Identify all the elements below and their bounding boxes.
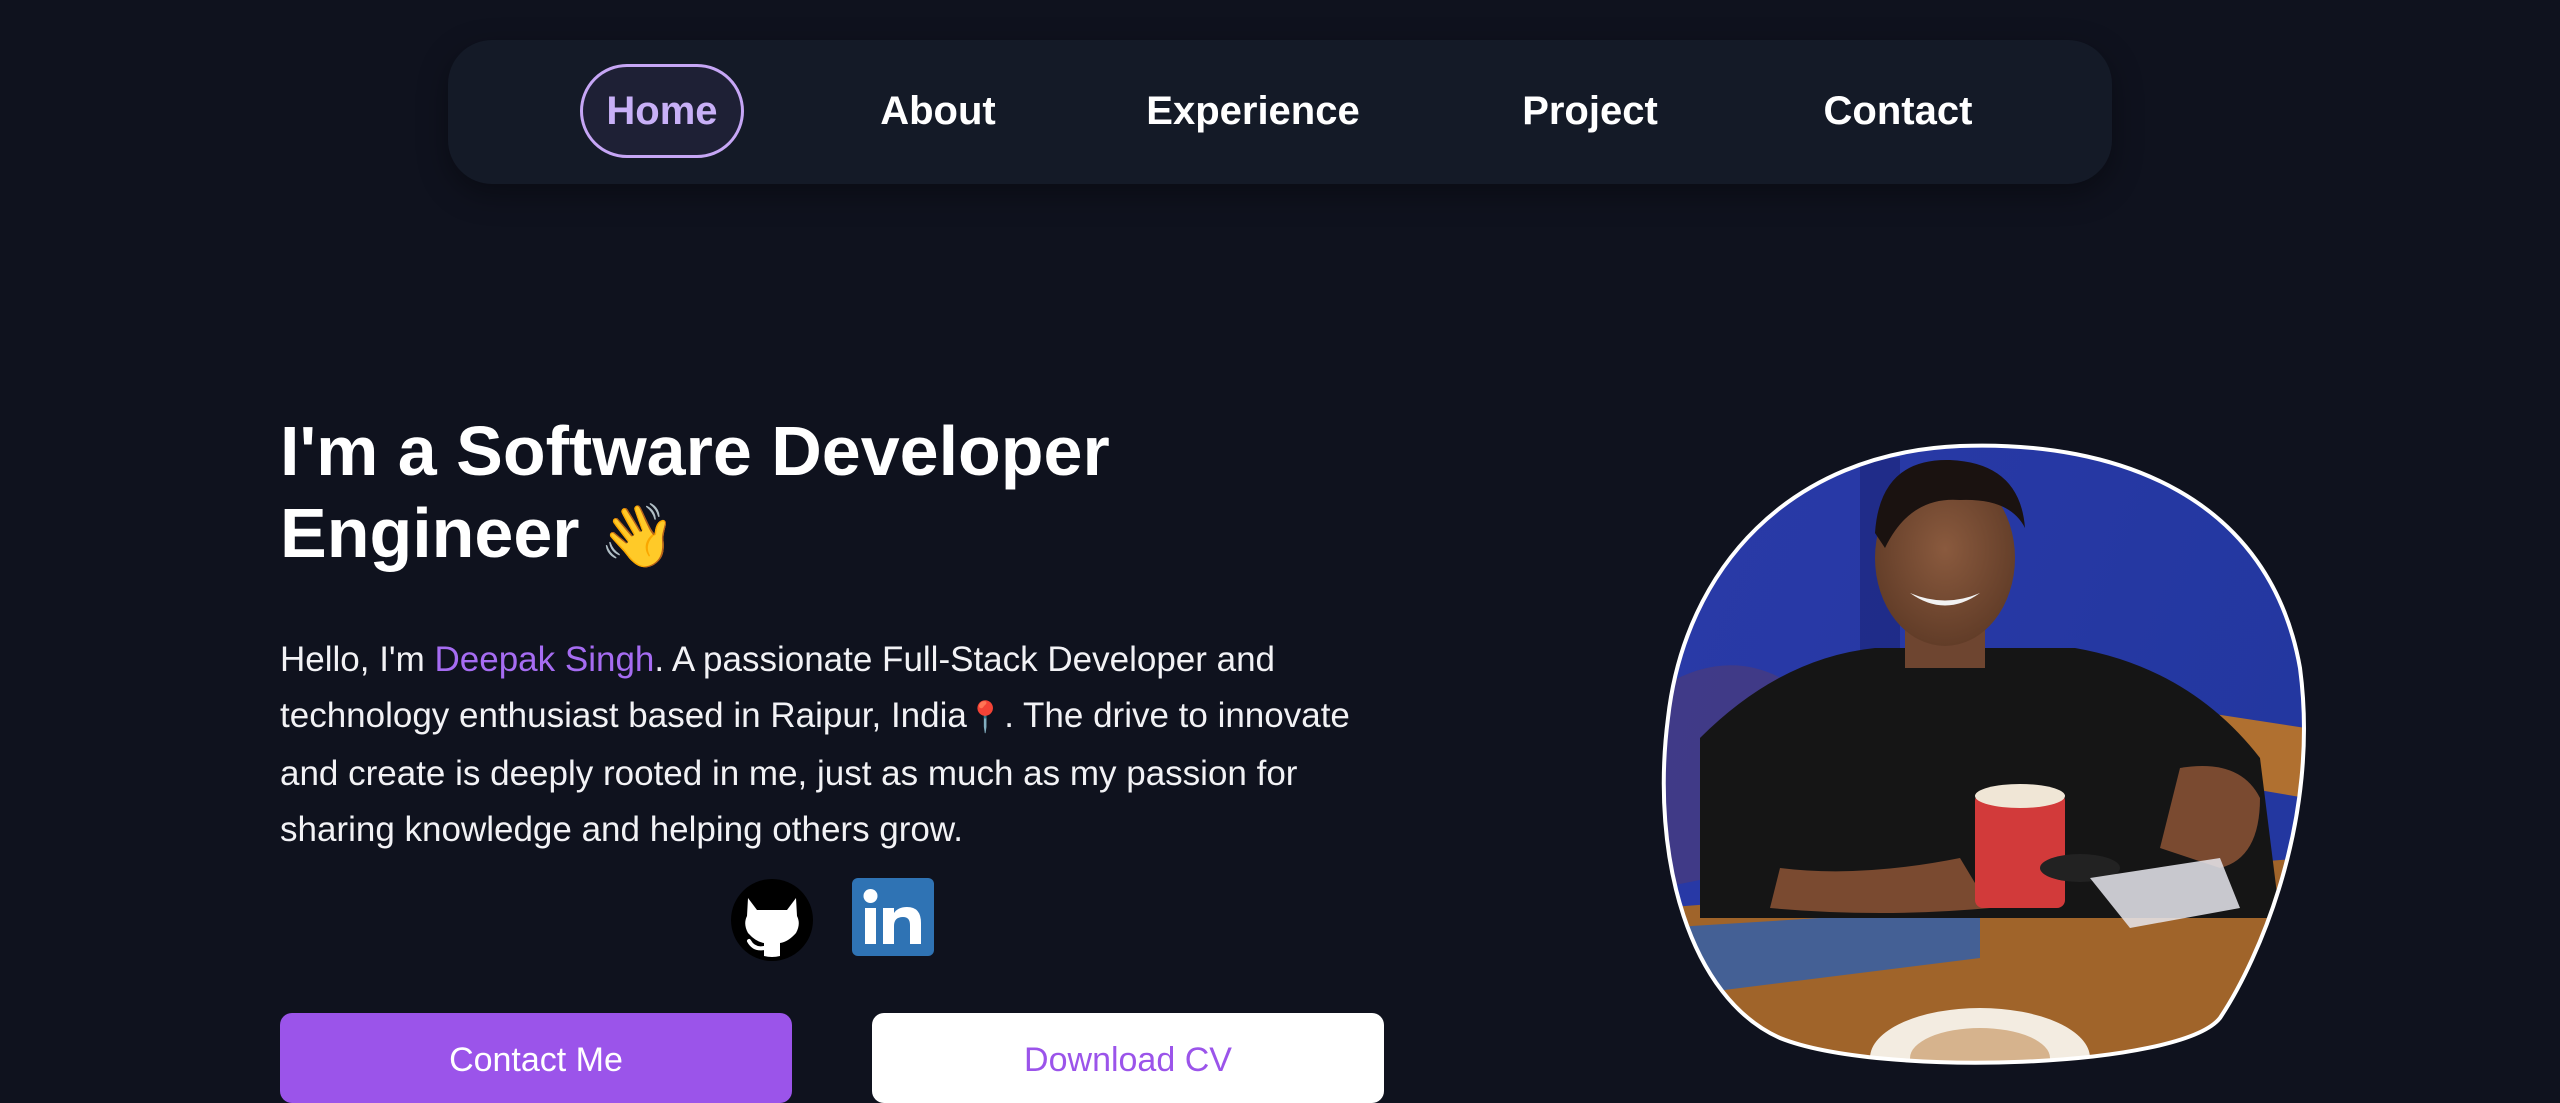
- hero-title: I'm a Software Developer Engineer 👋: [280, 410, 1280, 577]
- top-navbar: Home About Experience Project Contact: [448, 40, 2112, 184]
- linkedin-link[interactable]: [852, 878, 936, 962]
- nav-about[interactable]: About: [858, 64, 1018, 158]
- contact-me-button[interactable]: Contact Me: [280, 1013, 792, 1103]
- nav-experience[interactable]: Experience: [1128, 64, 1378, 158]
- github-link[interactable]: [730, 878, 814, 962]
- name-highlight: Deepak Singh: [434, 640, 655, 679]
- intro-paragraph: Hello, I'm Deepak Singh. A passionate Fu…: [280, 632, 1390, 858]
- github-icon: [731, 879, 813, 961]
- waving-hand-icon: 👋: [598, 499, 677, 572]
- hero-title-line1: I'm a Software Developer: [280, 412, 1110, 490]
- download-cv-button[interactable]: Download CV: [872, 1013, 1384, 1103]
- hero-title-line2: Engineer: [280, 494, 580, 572]
- location-pin-icon: 📍: [966, 700, 1005, 735]
- linkedin-icon: [852, 878, 934, 956]
- intro-prefix: Hello, I'm: [280, 640, 435, 679]
- profile-photo: [1660, 438, 2306, 1068]
- nav-project[interactable]: Project: [1500, 64, 1680, 158]
- nav-contact[interactable]: Contact: [1798, 64, 1998, 158]
- nav-home[interactable]: Home: [580, 64, 744, 158]
